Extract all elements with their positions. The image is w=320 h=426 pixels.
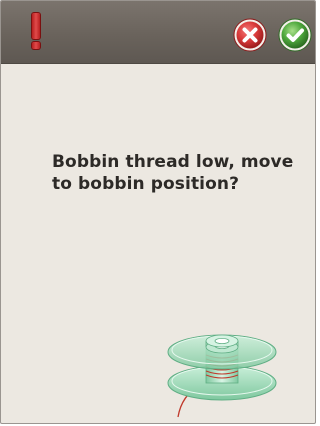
cancel-button[interactable] bbox=[233, 18, 267, 52]
dialog-message: Bobbin thread low, move to bobbin positi… bbox=[52, 152, 294, 194]
dialog-titlebar bbox=[1, 1, 315, 64]
confirm-button[interactable] bbox=[278, 18, 312, 52]
close-icon bbox=[233, 18, 267, 52]
bobbin-warning-dialog: Bobbin thread low, move to bobbin positi… bbox=[0, 0, 316, 424]
exclamation-icon bbox=[30, 13, 42, 51]
checkmark-icon bbox=[278, 18, 312, 52]
bobbin-icon bbox=[167, 334, 277, 418]
